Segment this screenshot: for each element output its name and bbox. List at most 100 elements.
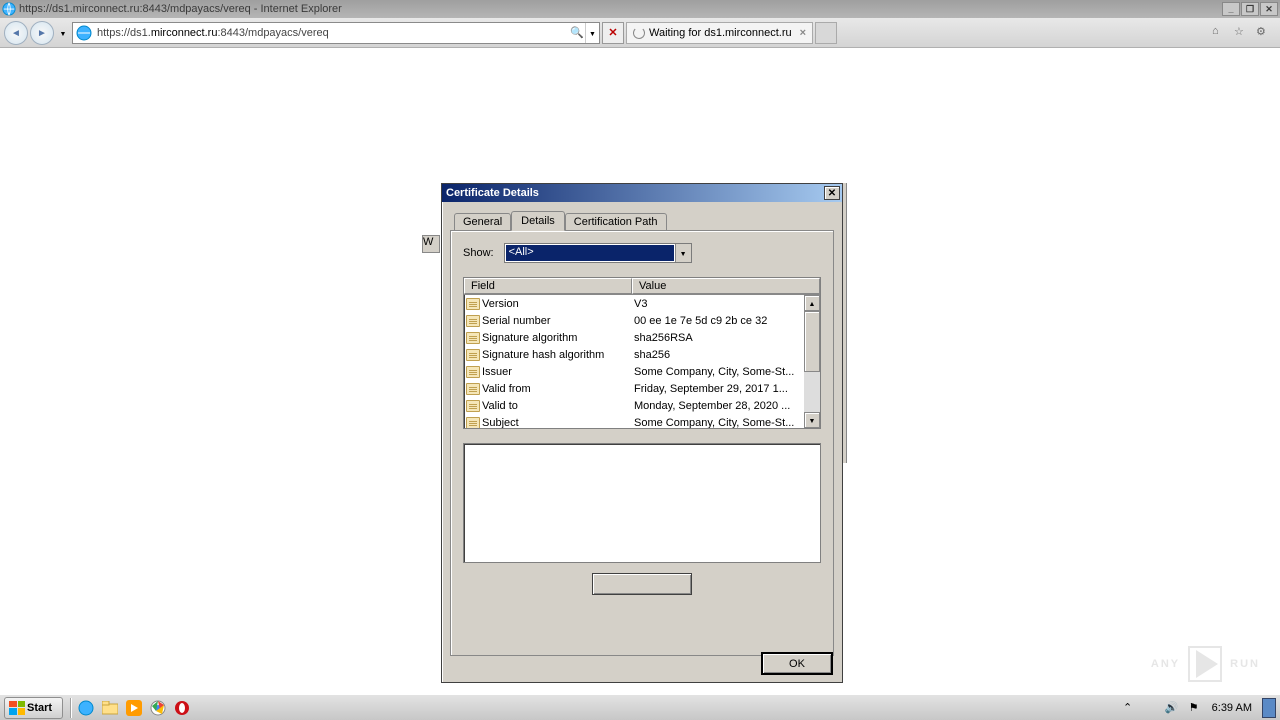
window-title: https://ds1.mirconnect.ru:8443/mdpayacs/…: [19, 3, 1221, 15]
list-row[interactable]: Valid toMonday, September 28, 2020 ...: [464, 397, 804, 414]
dialog-close-button[interactable]: ✕: [824, 186, 840, 200]
field-icon: [466, 298, 480, 310]
dialog-titlebar[interactable]: Certificate Details ✕: [442, 184, 842, 202]
field-name: Serial number: [482, 315, 634, 327]
arrow-right-icon: [37, 27, 47, 39]
tray-volume-icon[interactable]: 🔊: [1164, 700, 1180, 716]
play-icon: [1188, 646, 1222, 682]
field-value: sha256RSA: [634, 332, 804, 344]
watermark-text: ANY: [1151, 658, 1180, 670]
field-value: Friday, ‎September ‎29, ‎2017 1...: [634, 383, 804, 395]
clock[interactable]: 6:39 AM: [1208, 702, 1256, 714]
new-tab-button[interactable]: [815, 22, 837, 44]
ie-logo-icon: [2, 2, 16, 16]
background-window-fragment: W: [422, 235, 440, 253]
tab-details[interactable]: Details: [511, 211, 565, 231]
field-icon: [466, 417, 480, 429]
list-row[interactable]: IssuerSome Company, City, Some-St...: [464, 363, 804, 380]
browser-tab[interactable]: Waiting for ds1.mirconnect.ru ×: [626, 22, 813, 44]
taskbar: Start ⌃ 🷀 🔊 ⚑ 6:39 AM: [0, 694, 1280, 720]
show-selected-value: <All>: [506, 245, 674, 261]
recent-dropdown[interactable]: [56, 21, 70, 45]
stop-button[interactable]: ✕: [602, 22, 624, 44]
list-row[interactable]: Valid fromFriday, ‎September ‎29, ‎2017 …: [464, 380, 804, 397]
show-dropdown[interactable]: <All>: [504, 243, 692, 263]
tray-expand-icon[interactable]: ⌃: [1120, 700, 1136, 716]
taskbar-ie-icon[interactable]: [74, 697, 98, 719]
chevron-down-icon: [589, 27, 596, 39]
field-icon: [466, 400, 480, 412]
arrow-left-icon: [11, 27, 21, 39]
search-icon[interactable]: 🔍: [569, 26, 585, 39]
field-value: sha256: [634, 349, 804, 361]
minimize-button[interactable]: _: [1222, 2, 1240, 16]
details-panel: Show: <All> Field Value VersionV3Serial …: [450, 230, 834, 656]
url-text: https://ds1.mirconnect.ru:8443/mdpayacs/…: [95, 27, 569, 39]
dialog-title: Certificate Details: [446, 187, 824, 199]
list-row[interactable]: Signature hash algorithmsha256: [464, 346, 804, 363]
ie-page-icon: [76, 25, 92, 41]
system-tray: ⌃ 🷀 🔊 ⚑ 6:39 AM: [1116, 695, 1280, 720]
scroll-thumb[interactable]: [804, 311, 820, 372]
back-button[interactable]: [4, 21, 28, 45]
list-row[interactable]: SubjectSome Company, City, Some-St...: [464, 414, 804, 428]
watermark: ANY RUN: [1151, 646, 1260, 682]
list-scrollbar[interactable]: [804, 295, 820, 428]
col-value[interactable]: Value: [632, 278, 820, 294]
field-value: Monday, September 28, 2020 ...: [634, 400, 804, 412]
maximize-button[interactable]: ❐: [1241, 2, 1259, 16]
col-field[interactable]: Field: [464, 278, 632, 294]
start-label: Start: [27, 702, 52, 714]
arrow-up-icon: [809, 297, 816, 309]
start-button[interactable]: Start: [4, 697, 63, 719]
addr-dropdown[interactable]: [585, 23, 599, 43]
field-name: Signature hash algorithm: [482, 349, 634, 361]
loading-spinner-icon: [633, 27, 645, 39]
ok-button[interactable]: OK: [762, 653, 832, 674]
address-bar[interactable]: https://ds1.mirconnect.ru:8443/mdpayacs/…: [72, 22, 600, 44]
field-icon: [466, 332, 480, 344]
taskbar-explorer-icon[interactable]: [98, 697, 122, 719]
taskbar-media-icon[interactable]: [122, 697, 146, 719]
background-window-fragment: [843, 183, 847, 463]
separator: [70, 698, 71, 718]
show-desktop-button[interactable]: [1262, 698, 1276, 718]
dialog-tabs: General Details Certification Path: [454, 211, 834, 231]
list-row[interactable]: VersionV3: [464, 295, 804, 312]
close-button[interactable]: ✕: [1260, 2, 1278, 16]
field-name: Signature algorithm: [482, 332, 634, 344]
scroll-track[interactable]: [804, 311, 820, 412]
tray-flag-icon[interactable]: ⚑: [1186, 700, 1202, 716]
ie-titlebar: https://ds1.mirconnect.ru:8443/mdpayacs/…: [0, 0, 1280, 18]
field-icon: [466, 366, 480, 378]
watermark-text: RUN: [1230, 658, 1260, 670]
field-value: 00 ee 1e 7e 5d c9 2b ce 32: [634, 315, 804, 327]
fields-list[interactable]: Field Value VersionV3Serial number00 ee …: [463, 277, 821, 429]
tray-network-icon[interactable]: 🷀: [1142, 700, 1158, 716]
ie-toolbar: https://ds1.mirconnect.ru:8443/mdpayacs/…: [0, 18, 1280, 48]
field-icon: [466, 383, 480, 395]
field-name: Issuer: [482, 366, 634, 378]
chevron-down-icon: [60, 27, 67, 39]
field-name: Valid from: [482, 383, 634, 395]
edit-properties-button[interactable]: [592, 573, 692, 595]
windows-logo-icon: [9, 701, 25, 715]
taskbar-opera-icon[interactable]: [170, 697, 194, 719]
tools-icon[interactable]: ⚙: [1256, 25, 1272, 41]
chevron-down-icon: [680, 247, 687, 259]
scroll-down-button[interactable]: [804, 412, 820, 428]
favorites-icon[interactable]: ☆: [1234, 25, 1250, 41]
forward-button[interactable]: [30, 21, 54, 45]
arrow-down-icon: [809, 414, 816, 426]
list-row[interactable]: Signature algorithmsha256RSA: [464, 329, 804, 346]
taskbar-chrome-icon[interactable]: [146, 697, 170, 719]
dropdown-button[interactable]: [675, 244, 691, 262]
list-row[interactable]: Serial number00 ee 1e 7e 5d c9 2b ce 32: [464, 312, 804, 329]
field-name: Subject: [482, 417, 634, 429]
field-value: Some Company, City, Some-St...: [634, 417, 804, 429]
tab-close-icon[interactable]: ×: [800, 27, 806, 39]
scroll-up-button[interactable]: [804, 295, 820, 311]
home-icon[interactable]: ⌂: [1212, 25, 1228, 41]
certificate-dialog: Certificate Details ✕ General Details Ce…: [441, 183, 843, 683]
field-name: Version: [482, 298, 634, 310]
